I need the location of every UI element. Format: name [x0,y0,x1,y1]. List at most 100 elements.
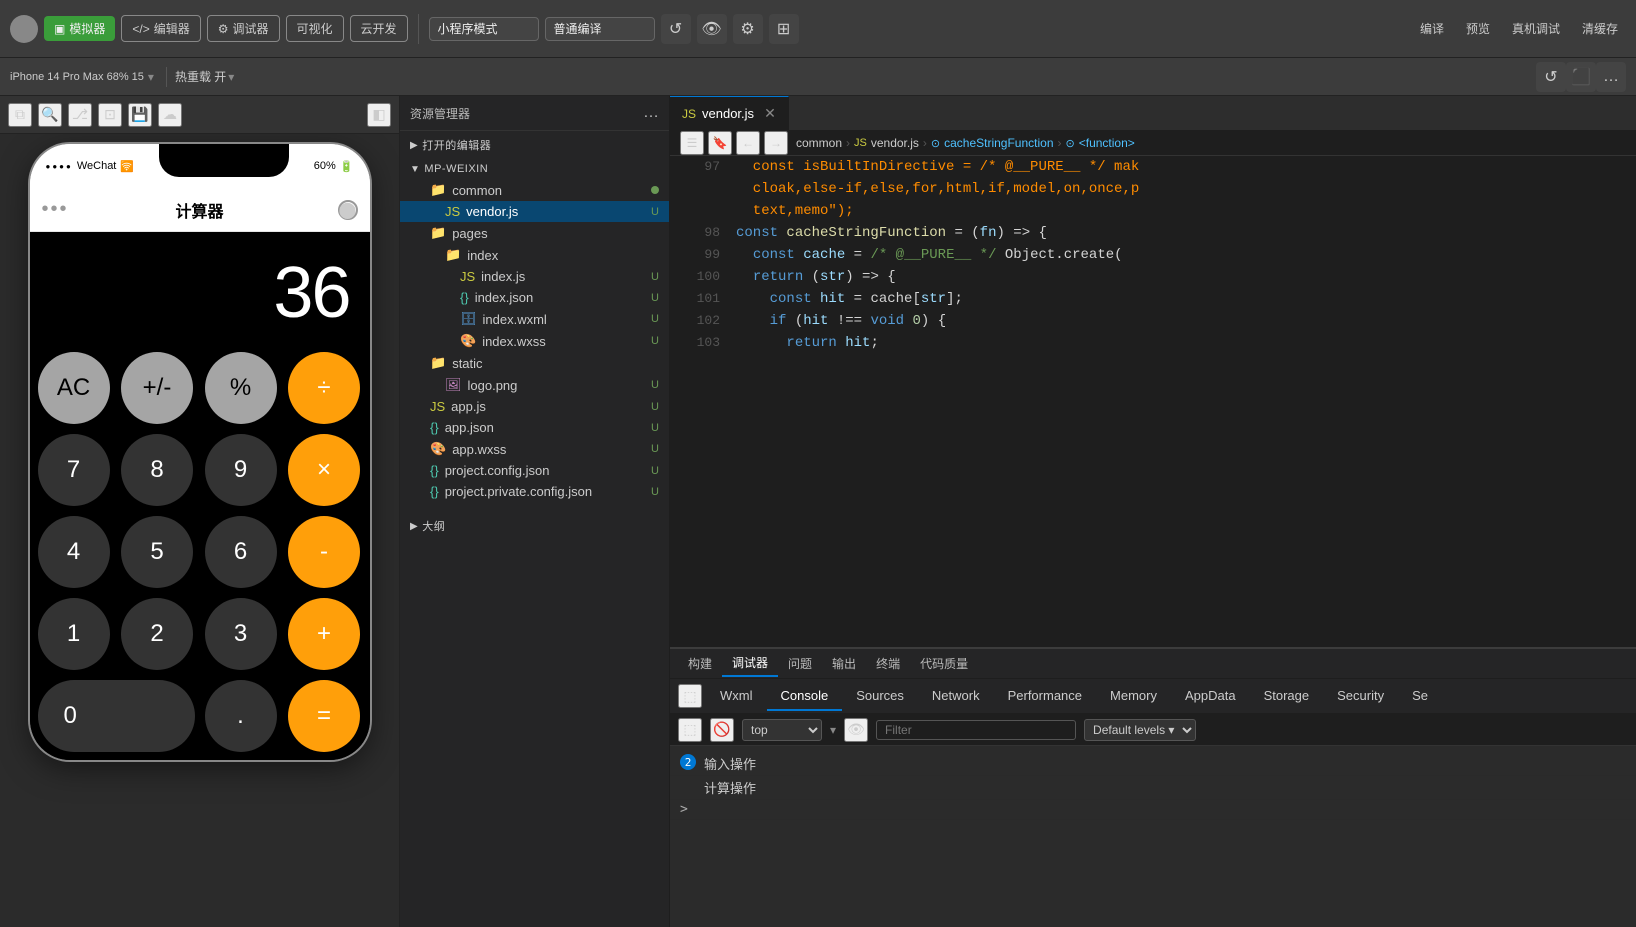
devtools-tab-se[interactable]: Se [1398,682,1442,711]
clear-btn[interactable]: 清缓存 [1574,16,1626,41]
btn-7[interactable]: 7 [38,434,110,506]
copy-btn[interactable]: ⧉ [8,103,32,127]
translate-dropdown[interactable]: 普通编译 [545,17,655,41]
stop-btn[interactable]: ⬛ [1566,62,1596,92]
eye-btn[interactable]: 👁 [697,14,727,44]
devtools-tab-appdata[interactable]: AppData [1171,682,1250,711]
sidebar-toggle[interactable]: ◧ [367,103,391,127]
folder-common[interactable]: 📁 common [400,179,669,201]
devtools-tab-wxml[interactable]: Wxml [706,682,767,711]
btn-8[interactable]: 8 [121,434,193,506]
mode-dropdown[interactable]: 小程序模式 [429,17,539,41]
tab-close-btn[interactable]: ✕ [764,105,776,122]
section-tab-build[interactable]: 构建 [678,651,722,676]
code-area[interactable]: 97 const isBuiltInDirective = /* @__PURE… [670,156,1636,647]
console-block-btn[interactable]: 🚫 [710,718,734,742]
console-prompt-line[interactable]: > [670,800,1636,820]
file-index-json[interactable]: {} index.json U [400,287,669,308]
btn-5[interactable]: 5 [121,516,193,588]
file-project-config[interactable]: {} project.config.json U [400,460,669,481]
open-editors-section[interactable]: ▶ 打开的编辑器 [400,131,669,157]
file-index-wxss[interactable]: 🎨 index.wxss U [400,330,669,352]
explorer-more[interactable]: … [643,104,659,122]
section-tab-output[interactable]: 输出 [822,651,866,676]
btn-0[interactable]: 0 [38,680,195,752]
btn-ac[interactable]: AC [38,352,110,424]
file-index-wxml[interactable]: 🗄 index.wxml U [400,308,669,330]
visual-btn[interactable]: 可视化 [286,15,344,42]
simulator-btn[interactable]: ▣ 模拟器 [44,16,115,41]
more-btn[interactable]: … [1596,62,1626,92]
console-filter-input[interactable] [876,720,1076,740]
sep2 [166,67,167,87]
btn-percent[interactable]: % [205,352,277,424]
context-select[interactable]: top [742,719,822,741]
file-project-private-config[interactable]: {} project.private.config.json U [400,481,669,502]
back-btn[interactable]: ← [736,131,760,155]
split-btn[interactable]: ⊡ [98,103,122,127]
battery-percent: 60% [314,160,336,172]
forward-btn[interactable]: → [764,131,788,155]
editor-btn[interactable]: </> 编辑器 [121,15,200,42]
cloud-btn[interactable]: 云开发 [350,15,408,42]
btn-plus[interactable]: + [288,598,360,670]
search-btn[interactable]: 🔍 [38,103,62,127]
btn-6[interactable]: 6 [205,516,277,588]
branch-btn[interactable]: ⎇ [68,103,92,127]
levels-select[interactable]: Default levels ▾ [1084,719,1196,741]
refresh-btn[interactable]: ↺ [661,14,691,44]
folder-pages[interactable]: 📁 pages [400,222,669,244]
preview-btn[interactable]: 预览 [1458,16,1498,41]
section-tab-terminal[interactable]: 终端 [866,651,910,676]
secondary-toolbar: iPhone 14 Pro Max 68% 15 ▾ 热重载 开 ▾ ↺ ⬛ … [0,58,1636,96]
debugger-btn[interactable]: ⚙ 调试器 [207,15,280,42]
breadcrumb-func-icon: ⊙ [1066,137,1075,150]
devtools-tab-network[interactable]: Network [918,682,994,711]
file-app-js[interactable]: JS app.js U [400,396,669,417]
section-tab-code-quality[interactable]: 代码质量 [910,651,978,676]
devtools-tab-storage[interactable]: Storage [1250,682,1324,711]
btn-equals[interactable]: = [288,680,360,752]
settings-btn[interactable]: ⚙ [733,14,763,44]
btn-multiply[interactable]: × [288,434,360,506]
outline-section[interactable]: ▶ 大纲 [400,512,669,538]
btn-dot[interactable]: . [205,680,277,752]
btn-1[interactable]: 1 [38,598,110,670]
section-tab-debugger[interactable]: 调试器 [722,650,778,677]
tab-vendor-js[interactable]: JS vendor.js ✕ [670,96,789,131]
btn-plusminus[interactable]: +/- [121,352,193,424]
btn-9[interactable]: 9 [205,434,277,506]
devtools-inspect-btn[interactable]: ⬚ [678,684,702,708]
devtools-tab-security[interactable]: Security [1323,682,1398,711]
devtools-tab-performance[interactable]: Performance [994,682,1096,711]
mp-weixin-section[interactable]: ▼ MP-WEIXIN [400,157,669,179]
btn-minus[interactable]: - [288,516,360,588]
bookmark-btn[interactable]: 🔖 [708,131,732,155]
file-app-json[interactable]: {} app.json U [400,417,669,438]
record-btn[interactable]: ⬤ [338,200,358,220]
btn-divide[interactable]: ÷ [288,352,360,424]
reload-btn[interactable]: ↺ [1536,62,1566,92]
cloud2-btn[interactable]: ☁ [158,103,182,127]
nav-back-btn[interactable]: ☰ [680,131,704,155]
section-tab-problems[interactable]: 问题 [778,651,822,676]
console-panel-btn[interactable]: ⬚ [678,718,702,742]
devtools-tab-sources[interactable]: Sources [842,682,918,711]
folder-index[interactable]: 📁 index [400,244,669,266]
file-index-js[interactable]: JS index.js U [400,266,669,287]
layers-btn[interactable]: ⊞ [769,14,799,44]
js-icon-vendor: JS [445,204,460,219]
btn-3[interactable]: 3 [205,598,277,670]
devtools-tab-memory[interactable]: Memory [1096,682,1171,711]
file-vendor-js[interactable]: JS vendor.js U [400,201,669,222]
btn-4[interactable]: 4 [38,516,110,588]
file-app-wxss[interactable]: 🎨 app.wxss U [400,438,669,460]
folder-static[interactable]: 📁 static [400,352,669,374]
save-btn[interactable]: 💾 [128,103,152,127]
file-logo-png[interactable]: 🖼 logo.png U [400,374,669,396]
compile-btn[interactable]: 编译 [1412,16,1452,41]
eye-toggle-btn[interactable]: 👁 [844,718,868,742]
btn-2[interactable]: 2 [121,598,193,670]
real-debug-btn[interactable]: 真机调试 [1504,16,1568,41]
devtools-tab-console[interactable]: Console [767,682,843,711]
